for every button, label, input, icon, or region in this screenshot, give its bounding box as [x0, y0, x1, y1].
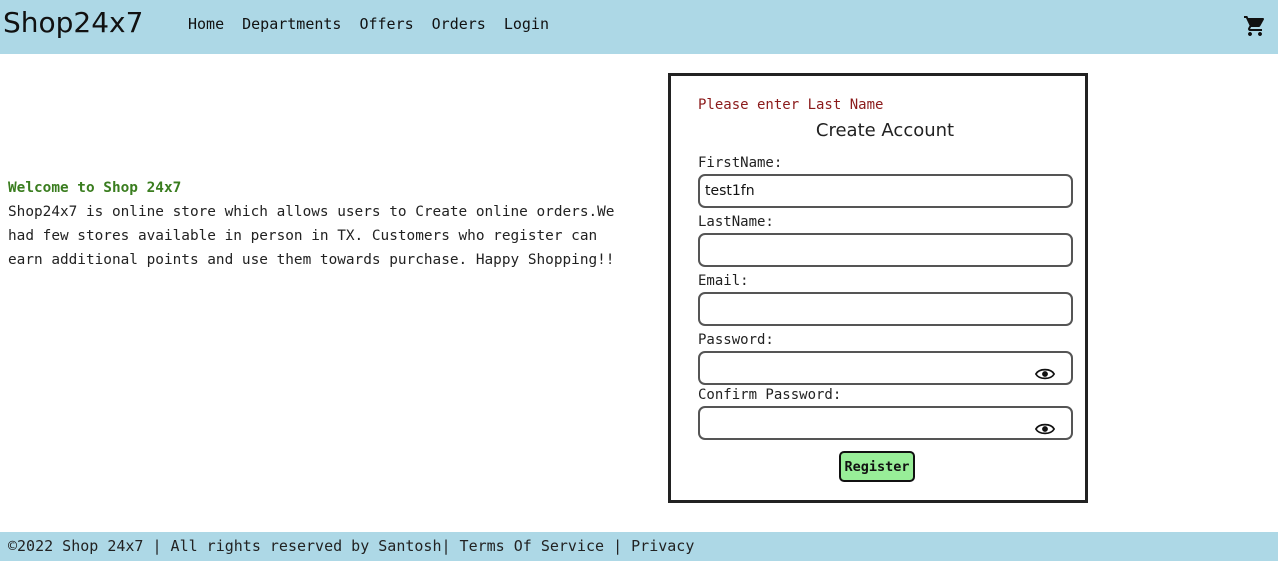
- top-navbar: Shop24x7 Home Departments Offers Orders …: [0, 0, 1278, 54]
- footer-copyright: ©2022 Shop 24x7 | All rights reserved by…: [8, 537, 442, 555]
- welcome-section: Welcome to Shop 24x7 Shop24x7 is online …: [8, 176, 638, 272]
- first-name-label: FirstName:: [698, 155, 783, 171]
- footer-separator: |: [604, 537, 632, 555]
- register-button[interactable]: Register: [839, 451, 915, 482]
- last-name-field[interactable]: [698, 233, 1073, 267]
- password-label: Password:: [698, 332, 774, 348]
- terms-of-service-link[interactable]: Terms Of Service: [460, 537, 605, 555]
- nav-login[interactable]: Login: [504, 15, 549, 33]
- footer: ©2022 Shop 24x7 | All rights reserved by…: [0, 532, 1278, 561]
- email-field[interactable]: [698, 292, 1073, 326]
- show-password-eye-icon[interactable]: [1035, 366, 1055, 382]
- password-field[interactable]: [698, 351, 1073, 385]
- shopping-cart-icon[interactable]: [1243, 14, 1267, 38]
- confirm-password-field[interactable]: [698, 406, 1073, 440]
- email-label: Email:: [698, 273, 749, 289]
- footer-content: ©2022 Shop 24x7 | All rights reserved by…: [8, 537, 694, 555]
- last-name-label: LastName:: [698, 214, 774, 230]
- nav-home[interactable]: Home: [188, 15, 224, 33]
- confirm-password-label: Confirm Password:: [698, 387, 842, 403]
- brand-logo[interactable]: Shop24x7: [3, 6, 143, 39]
- create-account-form: Please enter Last Name Create Account Fi…: [668, 73, 1088, 503]
- nav-departments[interactable]: Departments: [242, 15, 341, 33]
- footer-separator: |: [441, 537, 460, 555]
- show-confirm-password-eye-icon[interactable]: [1035, 421, 1055, 437]
- welcome-title: Welcome to Shop 24x7: [8, 180, 182, 196]
- nav-offers[interactable]: Offers: [359, 15, 413, 33]
- first-name-field[interactable]: [698, 174, 1073, 208]
- welcome-text: Shop24x7 is online store which allows us…: [8, 204, 615, 268]
- nav-orders[interactable]: Orders: [432, 15, 486, 33]
- privacy-link[interactable]: Privacy: [631, 537, 694, 555]
- form-title: Create Account: [815, 120, 955, 141]
- form-error-message: Please enter Last Name: [698, 97, 884, 113]
- nav-links: Home Departments Offers Orders Login: [188, 15, 567, 33]
